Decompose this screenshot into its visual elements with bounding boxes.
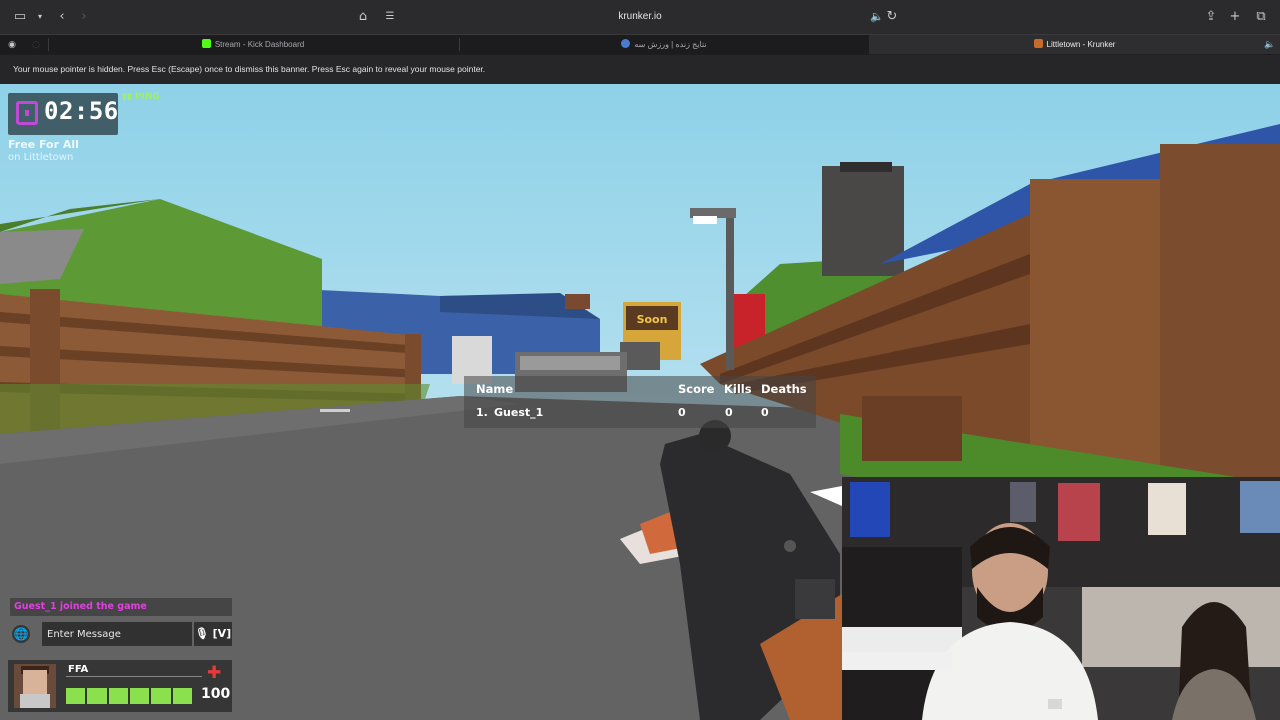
- voice-chat-button[interactable]: 🎙 [V]: [194, 622, 232, 646]
- tab-title: Stream - Kick Dashboard: [214, 40, 305, 49]
- kick-favicon-icon: [201, 39, 211, 48]
- scoreboard-kills: 0: [725, 406, 733, 419]
- chat-input[interactable]: [42, 622, 192, 646]
- back-icon[interactable]: ‹: [54, 9, 70, 25]
- voice-key-label: [V]: [212, 627, 232, 640]
- forward-icon[interactable]: ›: [76, 9, 92, 25]
- krunker-favicon-icon: [1033, 39, 1043, 48]
- varzesh3-favicon-icon: [621, 39, 631, 48]
- game-viewport[interactable]: Soon 02:56 ▮▮ PING Free For All on Littl…: [0, 84, 1280, 720]
- scoreboard-header-score: Score: [678, 382, 715, 396]
- webcam-overlay: [842, 477, 1280, 720]
- scoreboard-rank: 1.: [476, 406, 488, 419]
- player-panel: FFA ✚ 100: [8, 660, 232, 712]
- scoreboard-player-name: Guest_1: [494, 406, 544, 419]
- ping-label: PING: [135, 92, 160, 102]
- mic-muted-icon: 🎙: [194, 627, 209, 640]
- chevron-down-icon[interactable]: ▾: [32, 9, 48, 25]
- scoreboard-header-name: Name: [476, 382, 514, 396]
- tab-littletown-krunker[interactable]: Littletown - Krunker: [869, 35, 1280, 54]
- tab-title: Littletown - Krunker: [1046, 40, 1116, 49]
- health-value: 100: [201, 686, 231, 702]
- address-bar[interactable]: krunker.io: [0, 9, 1280, 25]
- new-tab-icon[interactable]: +: [1227, 9, 1243, 25]
- chat-message-text: Guest_1 joined the game: [14, 601, 147, 612]
- health-segment: [87, 688, 107, 704]
- health-segment: [66, 688, 86, 704]
- scoreboard-header-kills: Kills: [724, 382, 752, 396]
- private-icon[interactable]: ◉: [4, 37, 20, 53]
- timer-value: 02:56: [44, 97, 119, 125]
- browser-toolbar: ▭ ▾ ‹ › ⌂ ☰ krunker.io 🔈 ↻ ⇪ + ⧉: [0, 0, 1280, 34]
- sidebar-icon[interactable]: ▭: [12, 9, 28, 25]
- health-segment: [129, 688, 150, 704]
- game-mode: Free For All: [8, 138, 79, 151]
- ping-icon: ▮▮: [122, 92, 132, 102]
- tab-varzesh3[interactable]: نتایج زنده | ورزش سه: [460, 35, 868, 54]
- scoreboard-deaths: 0: [761, 406, 769, 419]
- health-plus-icon: ✚: [207, 663, 222, 683]
- ping-indicator: ▮▮ PING: [122, 92, 160, 102]
- shop-sign-text: Soon: [637, 313, 668, 326]
- page-menu-icon[interactable]: ☰: [382, 9, 398, 25]
- avatar: [14, 664, 56, 708]
- tab-title: نتایج زنده | ورزش سه: [634, 40, 707, 49]
- tab-bar: ◉ ◌ Stream - Kick Dashboard نتایج زنده |…: [0, 34, 1280, 54]
- match-timer: 02:56: [8, 93, 118, 135]
- chat-bar: 🌐 🎙 [V]: [10, 621, 232, 647]
- chat-message: Guest_1 joined the game: [10, 598, 232, 616]
- class-label: FFA: [68, 664, 89, 675]
- scoreboard-score: 0: [678, 406, 686, 419]
- timer-icon: [16, 101, 38, 125]
- map-name: on Littletown: [8, 152, 74, 163]
- globe-icon[interactable]: 🌐: [12, 625, 30, 643]
- tab-kick-dashboard[interactable]: Stream - Kick Dashboard: [48, 35, 458, 54]
- health-bar: [66, 688, 192, 704]
- pinned-tab-icon[interactable]: ◌: [28, 37, 44, 53]
- class-divider: [66, 676, 202, 677]
- pointer-lock-banner: Your mouse pointer is hidden. Press Esc …: [0, 55, 1280, 84]
- scoreboard-header-deaths: Deaths: [761, 382, 807, 396]
- scoreboard: Name Score Kills Deaths 1. Guest_1 0 0 0: [464, 376, 816, 428]
- home-icon[interactable]: ⌂: [355, 9, 371, 25]
- audio-playing-icon[interactable]: 🔈: [869, 9, 885, 25]
- health-segment: [151, 688, 171, 704]
- health-segment: [172, 688, 192, 704]
- share-icon[interactable]: ⇪: [1203, 9, 1219, 25]
- tab-overview-icon[interactable]: ⧉: [1253, 9, 1269, 25]
- health-segment: [108, 688, 128, 704]
- tab-audio-icon[interactable]: 🔈: [1262, 37, 1278, 53]
- reload-icon[interactable]: ↻: [884, 9, 900, 25]
